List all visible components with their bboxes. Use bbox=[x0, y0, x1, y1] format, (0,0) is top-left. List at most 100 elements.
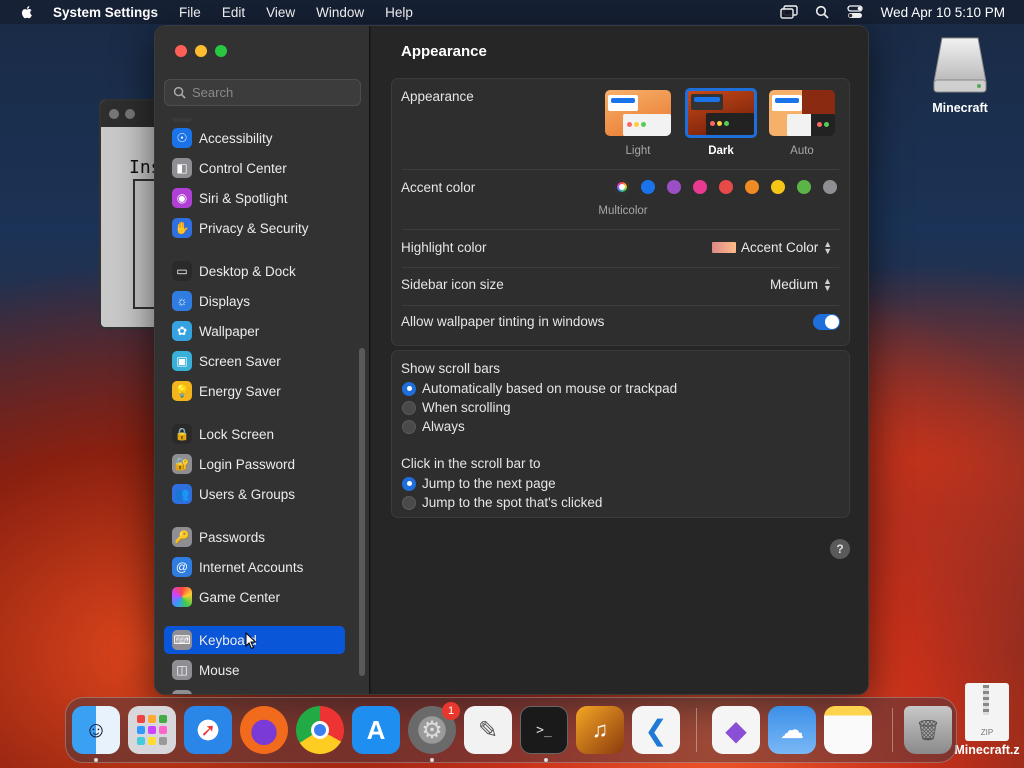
sidebar-item-wallpaper[interactable]: ✿ Wallpaper bbox=[164, 317, 345, 345]
sidebar-item-label: Desktop & Dock bbox=[199, 263, 296, 279]
highlight-color-popup[interactable]: Accent Color ▲ ▼ bbox=[712, 238, 833, 256]
lock-icon: 🔒 bbox=[172, 424, 192, 444]
radio-unselected[interactable] bbox=[402, 495, 416, 510]
sidebar-item-desktop-dock[interactable]: ▭ Desktop & Dock bbox=[164, 257, 345, 285]
spotlight-search-icon[interactable] bbox=[813, 4, 831, 20]
control-center-icon: ◧ bbox=[172, 158, 192, 178]
appearance-dark-option[interactable] bbox=[685, 88, 757, 138]
scroll-click-next-page-option[interactable]: Jump to the next page bbox=[402, 476, 556, 491]
main-pane: Appearance Appearance Light Dark Auto Ac… bbox=[371, 26, 868, 694]
accent-color-swatch[interactable] bbox=[771, 180, 785, 194]
trackpad-icon bbox=[172, 690, 192, 694]
visual-studio-icon[interactable]: ◆ bbox=[712, 706, 760, 754]
notification-badge: 1 bbox=[442, 702, 460, 720]
wallpaper-tinting-toggle[interactable] bbox=[813, 314, 840, 330]
sidebar-item-energy-saver[interactable]: 💡 Energy Saver bbox=[164, 377, 345, 405]
menu-help[interactable]: Help bbox=[385, 5, 413, 20]
control-center-menu-icon[interactable] bbox=[846, 4, 864, 20]
highlight-color-value: Accent Color bbox=[741, 240, 819, 255]
apple-menu-icon[interactable] bbox=[19, 4, 35, 20]
screen-saver-icon: ▣ bbox=[172, 351, 192, 371]
sidebar-search[interactable] bbox=[164, 79, 361, 106]
sidebar-item-label: Login Password bbox=[199, 456, 296, 472]
radio-selected[interactable] bbox=[402, 476, 416, 491]
accent-color-swatch[interactable] bbox=[693, 180, 707, 194]
sidebar-item-login-password[interactable]: 🔐 Login Password bbox=[164, 450, 345, 478]
sidebar-icon-size-popup[interactable]: Medium ▲ ▼ bbox=[770, 276, 832, 292]
highlight-swatch bbox=[712, 242, 736, 253]
menu-view[interactable]: View bbox=[266, 5, 295, 20]
scroll-click-spot-option[interactable]: Jump to the spot that's clicked bbox=[402, 495, 602, 510]
sidebar-list: ☉ Accessibility ◧ Control Center ◉ Siri & Spo… bbox=[164, 118, 356, 694]
scroll-bars-auto-option[interactable]: Automatically based on mouse or trackpad bbox=[402, 381, 677, 396]
accent-color-swatch[interactable] bbox=[667, 180, 681, 194]
safari-icon[interactable]: ➚ bbox=[184, 706, 232, 754]
scroll-bars-always-option[interactable]: Always bbox=[402, 419, 465, 434]
help-button[interactable]: ? bbox=[830, 539, 850, 559]
hand-icon: ✋ bbox=[172, 218, 192, 238]
click-scroll-bar-label: Click in the scroll bar to bbox=[401, 456, 541, 471]
sidebar-item-screen-saver[interactable]: ▣ Screen Saver bbox=[164, 347, 345, 375]
game-center-icon bbox=[172, 587, 192, 607]
terminal-icon[interactable]: >_ bbox=[520, 706, 568, 754]
screen-mirroring-icon[interactable] bbox=[779, 4, 798, 20]
menu-window[interactable]: Window bbox=[316, 5, 364, 20]
radio-unselected[interactable] bbox=[402, 419, 416, 434]
chevron-updown-icon: ▲ ▼ bbox=[823, 238, 833, 256]
sidebar-item-mouse[interactable]: ◫ Mouse bbox=[164, 656, 345, 684]
sidebar-item-accessibility[interactable]: ☉ Accessibility bbox=[164, 124, 345, 152]
sidebar-item-internet-accounts[interactable]: @ Internet Accounts bbox=[164, 553, 345, 581]
sidebar-item-partial[interactable] bbox=[164, 686, 345, 694]
accent-color-swatch[interactable] bbox=[823, 180, 837, 194]
sidebar-item-control-center[interactable]: ◧ Control Center bbox=[164, 154, 345, 182]
menu-app-name[interactable]: System Settings bbox=[53, 5, 158, 20]
appearance-light-option[interactable] bbox=[605, 90, 671, 136]
desktop-drive-minecraft[interactable]: Minecraft bbox=[920, 34, 1000, 115]
radio-selected[interactable] bbox=[402, 381, 416, 396]
desktop-zip-file[interactable]: ZIP Minecraft.z bbox=[950, 683, 1024, 757]
vscode-icon[interactable]: ❮ bbox=[632, 706, 680, 754]
accent-color-swatch[interactable] bbox=[615, 180, 629, 194]
menu-file[interactable]: File bbox=[179, 5, 201, 20]
sidebar-item-lock-screen[interactable]: 🔒 Lock Screen bbox=[164, 420, 345, 448]
weather-icon[interactable]: ☁ bbox=[768, 706, 816, 754]
scroll-bars-scrolling-option[interactable]: When scrolling bbox=[402, 400, 511, 415]
accent-color-swatch[interactable] bbox=[719, 180, 733, 194]
radio-label: Jump to the spot that's clicked bbox=[422, 495, 603, 510]
close-window-button[interactable] bbox=[175, 45, 187, 57]
lightbulb-icon: 💡 bbox=[172, 381, 192, 401]
accessibility-icon: ☉ bbox=[172, 128, 192, 148]
radio-unselected[interactable] bbox=[402, 400, 416, 415]
keyboard-icon: ⌨ bbox=[172, 630, 192, 650]
menu-edit[interactable]: Edit bbox=[222, 5, 245, 20]
textedit-icon[interactable]: ✎ bbox=[464, 706, 512, 754]
sidebar-item-siri-spotlight[interactable]: ◉ Siri & Spotlight bbox=[164, 184, 345, 212]
at-icon: @ bbox=[172, 557, 192, 577]
accent-color-swatch[interactable] bbox=[641, 180, 655, 194]
accent-color-swatch[interactable] bbox=[745, 180, 759, 194]
app-store-icon[interactable]: A bbox=[352, 706, 400, 754]
chrome-icon[interactable] bbox=[296, 706, 344, 754]
zoom-window-button[interactable] bbox=[215, 45, 227, 57]
sidebar-item-game-center[interactable]: Game Center bbox=[164, 583, 345, 611]
sidebar-item-label: Mouse bbox=[199, 662, 240, 678]
sidebar-scrollbar[interactable] bbox=[359, 348, 365, 676]
finder-icon[interactable]: ☺ bbox=[72, 706, 120, 754]
garageband-icon[interactable]: ♫ bbox=[576, 706, 624, 754]
accent-color-swatch[interactable] bbox=[797, 180, 811, 194]
search-input[interactable] bbox=[192, 85, 352, 100]
appearance-auto-option[interactable] bbox=[769, 90, 835, 136]
background-window[interactable]: Ins bbox=[99, 99, 163, 329]
notes-icon[interactable] bbox=[824, 706, 872, 754]
sidebar-item-privacy-security[interactable]: ✋ Privacy & Security bbox=[164, 214, 345, 242]
system-settings-icon[interactable]: ⚙ 1 bbox=[408, 702, 460, 754]
firefox-icon[interactable] bbox=[240, 706, 288, 754]
sidebar-item-passwords[interactable]: 🔑 Passwords bbox=[164, 523, 345, 551]
minimize-window-button[interactable] bbox=[195, 45, 207, 57]
mouse-icon: ◫ bbox=[172, 660, 192, 680]
sidebar-item-displays[interactable]: ☼ Displays bbox=[164, 287, 345, 315]
menu-clock[interactable]: Wed Apr 10 5:10 PM bbox=[881, 5, 1005, 20]
launchpad-icon[interactable] bbox=[128, 706, 176, 754]
trash-icon[interactable]: 🗑 bbox=[904, 706, 952, 754]
sidebar-item-users-groups[interactable]: 👥 Users & Groups bbox=[164, 480, 345, 508]
